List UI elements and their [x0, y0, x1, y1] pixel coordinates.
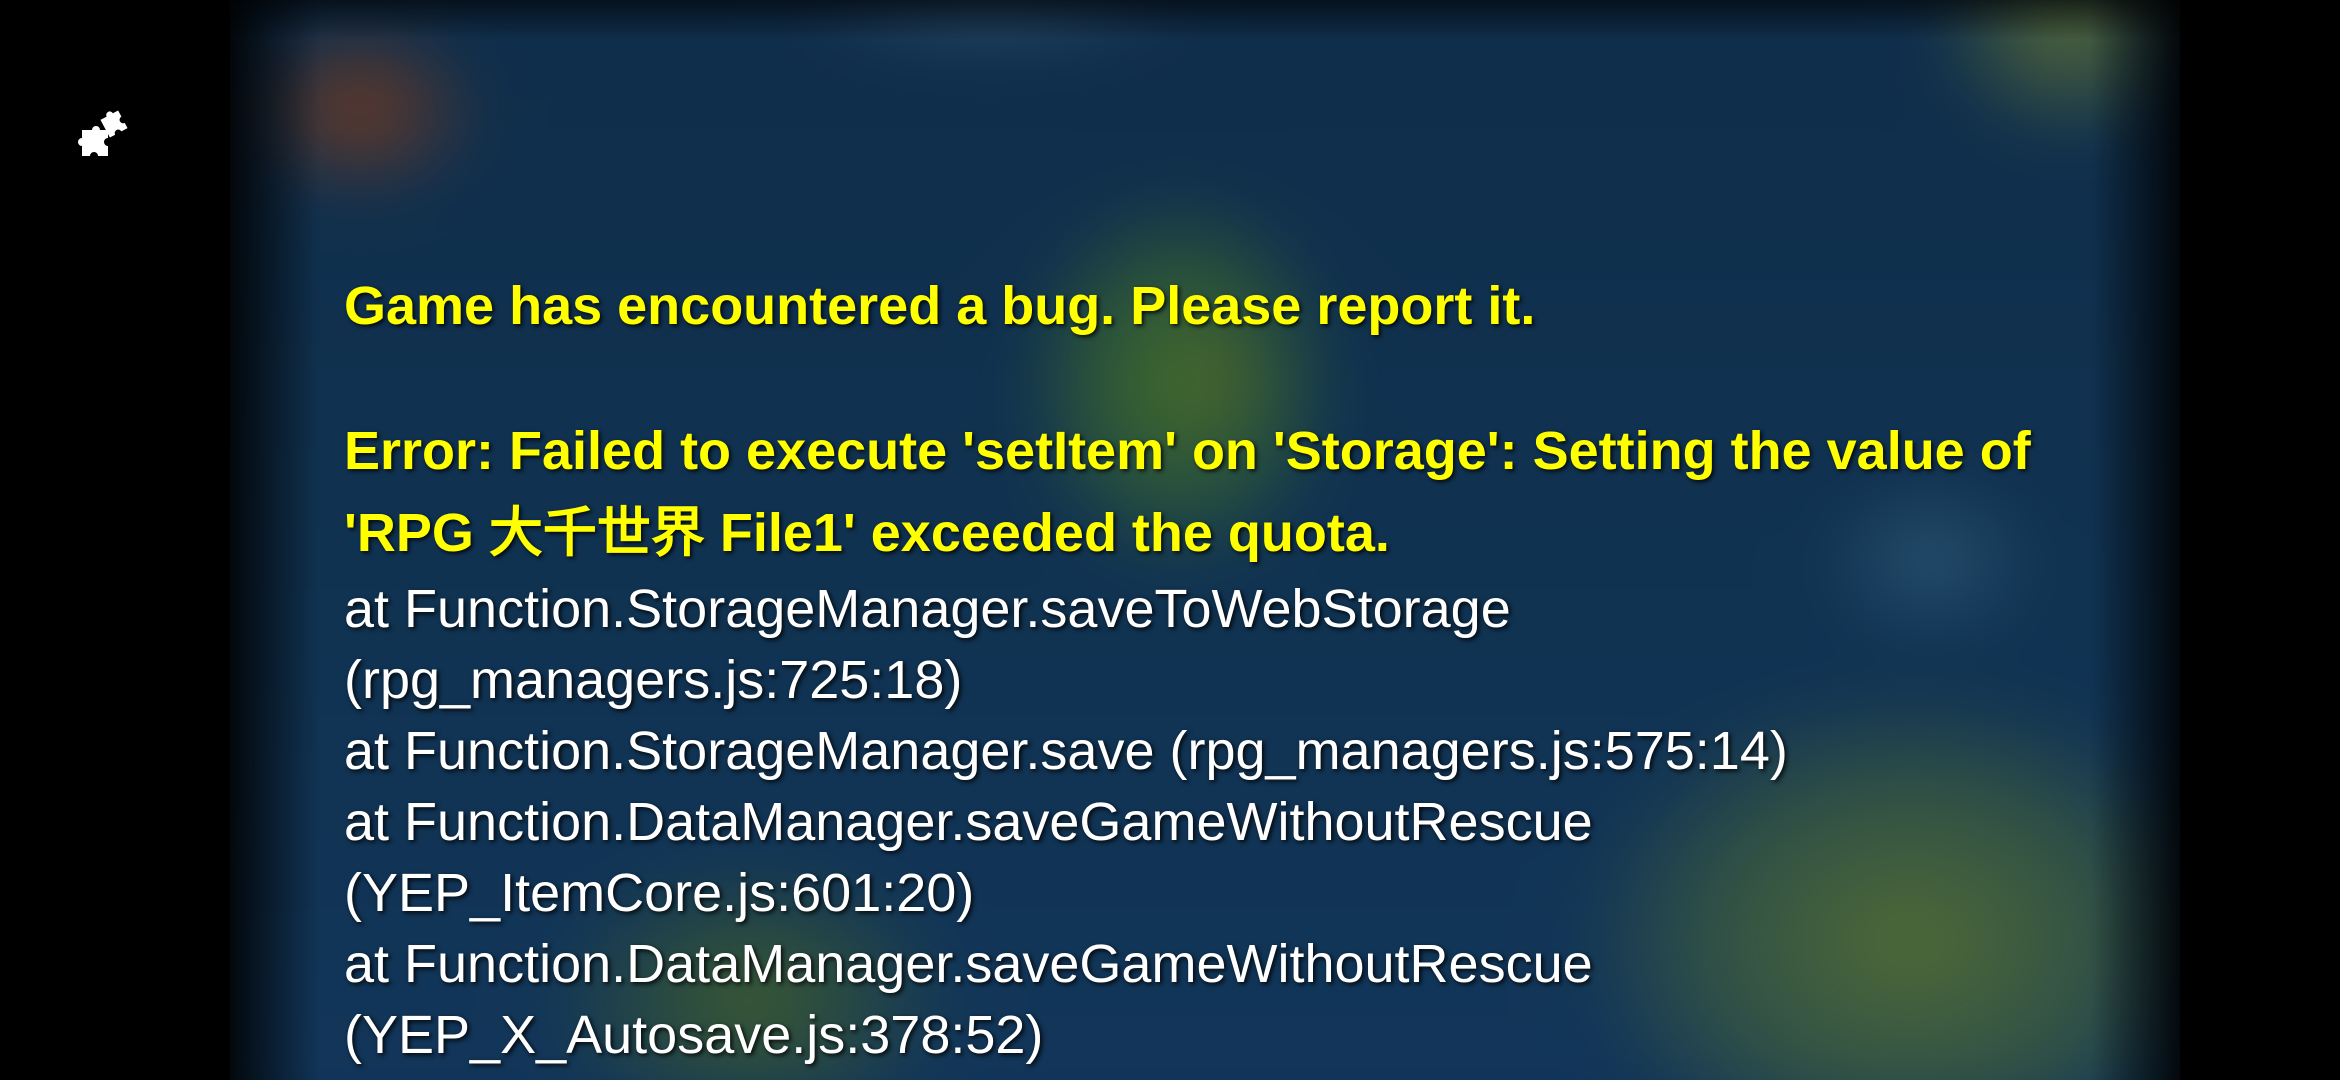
stack-trace-line: (YEP_ItemCore.js:601:20) — [344, 863, 975, 923]
game-screen: Game has encountered a bug. Please repor… — [0, 0, 2340, 1080]
game-edge-shadow-left — [230, 0, 320, 1080]
stack-trace-line: at Function.DataManager.saveGameWithoutR… — [344, 792, 1593, 852]
puzzle-piece-icon — [78, 110, 128, 156]
error-title: Game has encountered a bug. Please repor… — [344, 276, 1536, 336]
game-edge-shadow-top — [230, 0, 2180, 40]
stack-trace: at Function.StorageManager.saveToWebStor… — [344, 574, 2144, 1071]
error-spacer — [344, 344, 2144, 410]
stack-trace-line: at Function.StorageManager.saveToWebStor… — [344, 579, 1511, 639]
error-report-panel: Game has encountered a bug. Please repor… — [344, 268, 2144, 1071]
stack-trace-line: at Function.StorageManager.save (rpg_man… — [344, 721, 1788, 781]
error-message: Error: Failed to execute 'setItem' on 'S… — [344, 421, 2031, 563]
mod-menu-button[interactable] — [78, 110, 128, 160]
stack-trace-line: (rpg_managers.js:725:18) — [344, 650, 963, 710]
stack-trace-line: (YEP_X_Autosave.js:378:52) — [344, 1005, 1044, 1065]
stack-trace-line: at Function.DataManager.saveGameWithoutR… — [344, 934, 1593, 994]
